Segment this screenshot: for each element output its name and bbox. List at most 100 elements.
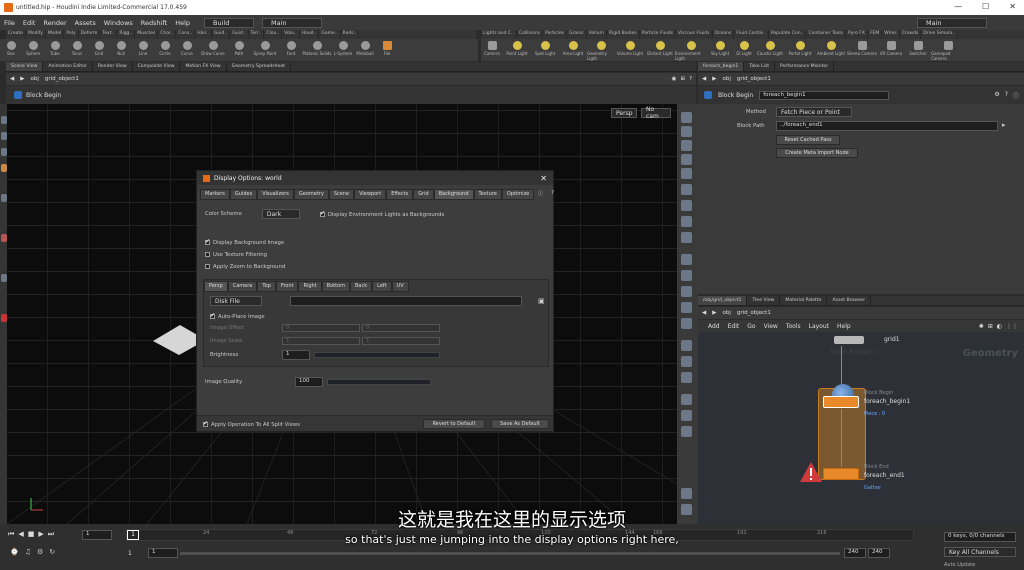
vertex-display-icon[interactable] <box>681 356 692 367</box>
view-tab-left[interactable]: Left <box>372 281 392 292</box>
shelf-tool-spray-paint[interactable]: Spray Paint <box>250 39 280 61</box>
tab-asset-browser[interactable]: Asset Browser <box>827 296 872 305</box>
visualizer-icon[interactable] <box>681 410 692 421</box>
menu-redshift[interactable]: Redshift <box>137 19 171 27</box>
scale-y-field[interactable]: 1 <box>362 337 440 345</box>
shelf-tool-spot-light[interactable]: Spot Light <box>531 39 559 61</box>
brightness-slider[interactable] <box>314 352 440 358</box>
tab-render-view[interactable]: Render View <box>93 62 133 71</box>
shelf-tab[interactable]: Rigid Bodies <box>607 30 640 39</box>
tab-tree-view[interactable]: Tree View <box>747 296 781 305</box>
persp-camera-dropdown[interactable]: Persp <box>611 108 637 118</box>
point-number-icon[interactable] <box>681 318 692 329</box>
tab-grid[interactable]: Grid <box>413 189 434 200</box>
maximize-button[interactable]: ☐ <box>982 2 989 11</box>
method-select[interactable]: Fetch Piece or Point <box>776 107 852 117</box>
view-tab-uv[interactable]: UV <box>391 281 409 292</box>
shelf-tab[interactable]: Cons.. <box>176 30 196 39</box>
shelf-tool-file[interactable]: File <box>376 39 398 61</box>
shelf-tab[interactable]: Hair.. <box>195 30 212 39</box>
shelf-tab[interactable]: Viscous Fluids <box>676 30 713 39</box>
shelf-tab[interactable]: FEM <box>868 30 883 39</box>
tab-geometry[interactable]: Geometry <box>293 189 329 200</box>
gear-icon[interactable]: ⚙ <box>994 91 999 100</box>
path-grid-object[interactable]: grid_object1 <box>45 76 79 82</box>
back-arrow-icon[interactable]: ◀ <box>702 76 706 82</box>
shelf-tool-font[interactable]: Font <box>280 39 302 61</box>
prim-number-icon[interactable] <box>681 302 692 313</box>
link-icon[interactable]: ⊞ <box>680 76 685 82</box>
tab-animation-editor[interactable]: Animation Editor <box>43 62 93 71</box>
shelf-tab[interactable]: Char.. <box>158 30 177 39</box>
file-browse-icon[interactable]: ▣ <box>538 297 545 305</box>
view-tab-bottom[interactable]: Bottom <box>321 281 350 292</box>
background-toggle-icon[interactable] <box>681 232 692 243</box>
tab-network-path[interactable]: /obj/grid_object1 <box>698 296 748 305</box>
range-start-field[interactable]: 1 <box>148 548 178 558</box>
menu-windows[interactable]: Windows <box>100 19 137 27</box>
tab-foreach-begin[interactable]: foreach_begin1 <box>698 62 745 71</box>
range-end2-field[interactable]: 240 <box>868 548 890 558</box>
shelf-tab[interactable]: Houd.. <box>300 30 320 39</box>
net-menu-tools[interactable]: Tools <box>786 323 801 330</box>
shelf-tab[interactable]: Oceans <box>713 30 735 39</box>
path-grid-object[interactable]: grid_object1 <box>737 310 771 316</box>
shelf-tool-camera[interactable]: Camera <box>481 39 503 61</box>
template-display-icon[interactable] <box>681 372 692 383</box>
shelf-tool-null[interactable]: Null <box>110 39 132 61</box>
range-end-field[interactable]: 240 <box>844 548 866 558</box>
shelf-tool-portal-light[interactable]: Portal Light <box>785 39 815 61</box>
shelf-tool-metaball[interactable]: Metaball <box>354 39 376 61</box>
tab-composite-view[interactable]: Composite View <box>133 62 181 71</box>
display-smooth-icon[interactable] <box>681 126 692 137</box>
shelf-tool-env-light[interactable]: Environment Light <box>675 39 707 61</box>
reset-cached-pass-button[interactable]: Reset Cached Pass <box>776 135 840 145</box>
audio-icon[interactable]: ♫ <box>25 548 31 556</box>
realtime-icon[interactable]: ⌚ <box>10 548 19 556</box>
shelf-tool-gi-light[interactable]: GI Light <box>733 39 755 61</box>
light-toggle-icon[interactable] <box>681 200 692 211</box>
net-menu-edit[interactable]: Edit <box>728 323 740 330</box>
apply-split-views-checkbox[interactable]: Apply Operation To All Split Views <box>203 420 300 428</box>
image-quality-field[interactable]: 100 <box>295 377 323 387</box>
view-tab-front[interactable]: Front <box>275 281 299 292</box>
menu-help[interactable]: Help <box>171 19 194 27</box>
loop-icon[interactable]: ↻ <box>49 548 55 556</box>
shelf-tab[interactable]: Create <box>6 30 26 39</box>
forward-arrow-icon[interactable]: ▶ <box>20 76 24 82</box>
shelf-tool-draw-curve[interactable]: Draw Curve <box>198 39 228 61</box>
shelf-tab[interactable]: Lights and C.. <box>481 30 517 39</box>
shelf-tab[interactable]: Reds.. <box>341 30 360 39</box>
foreach-begin-node[interactable] <box>823 396 859 408</box>
node-chooser-icon[interactable]: ▸ <box>1002 121 1006 129</box>
menu-edit[interactable]: Edit <box>19 19 40 27</box>
menu-assets[interactable]: Assets <box>71 19 100 27</box>
tab-scene[interactable]: Scene <box>328 189 355 200</box>
texture-filtering-checkbox[interactable]: Use Texture Filtering <box>205 251 285 258</box>
shelf-tool-switcher[interactable]: Switcher <box>905 39 931 61</box>
block-path-field[interactable]: ../foreach_end1 <box>776 121 998 131</box>
zoom-background-checkbox[interactable]: Apply Zoom to Background <box>205 263 285 270</box>
shelf-tool-vr-camera[interactable]: VR Camera <box>877 39 905 61</box>
shelf-tab[interactable]: Collisions <box>517 30 544 39</box>
shelf-tool-stereo-camera[interactable]: Stereo Camera <box>847 39 877 61</box>
shelf-tool-distant-light[interactable]: Distant Light <box>645 39 675 61</box>
shelf-tab[interactable]: Guid.. <box>212 30 231 39</box>
node-name-field[interactable]: foreach_begin1 <box>759 90 890 100</box>
path-obj[interactable]: obj <box>722 76 730 82</box>
hull-display-icon[interactable] <box>681 340 692 351</box>
tab-guides[interactable]: Guides <box>229 189 258 200</box>
net-menu-go[interactable]: Go <box>747 323 755 330</box>
shelf-tab[interactable]: Clou.. <box>264 30 283 39</box>
color-palette-icon[interactable]: ◐ <box>997 323 1002 330</box>
shelf-tab[interactable]: Poly <box>64 30 79 39</box>
shelf-tool-box[interactable]: Box <box>0 39 22 61</box>
source-select[interactable]: Disk File <box>210 296 262 306</box>
shelf-tool-line[interactable]: Line <box>132 39 154 61</box>
path-obj[interactable]: obj <box>30 76 38 82</box>
settings-icon[interactable]: ⚙ <box>37 548 43 556</box>
shelf-tool-curve[interactable]: Curve <box>176 39 198 61</box>
view-tab-top[interactable]: Top <box>257 281 276 292</box>
tab-viewport[interactable]: Viewport <box>354 189 387 200</box>
layout-icon[interactable]: ⊞ <box>988 323 993 330</box>
